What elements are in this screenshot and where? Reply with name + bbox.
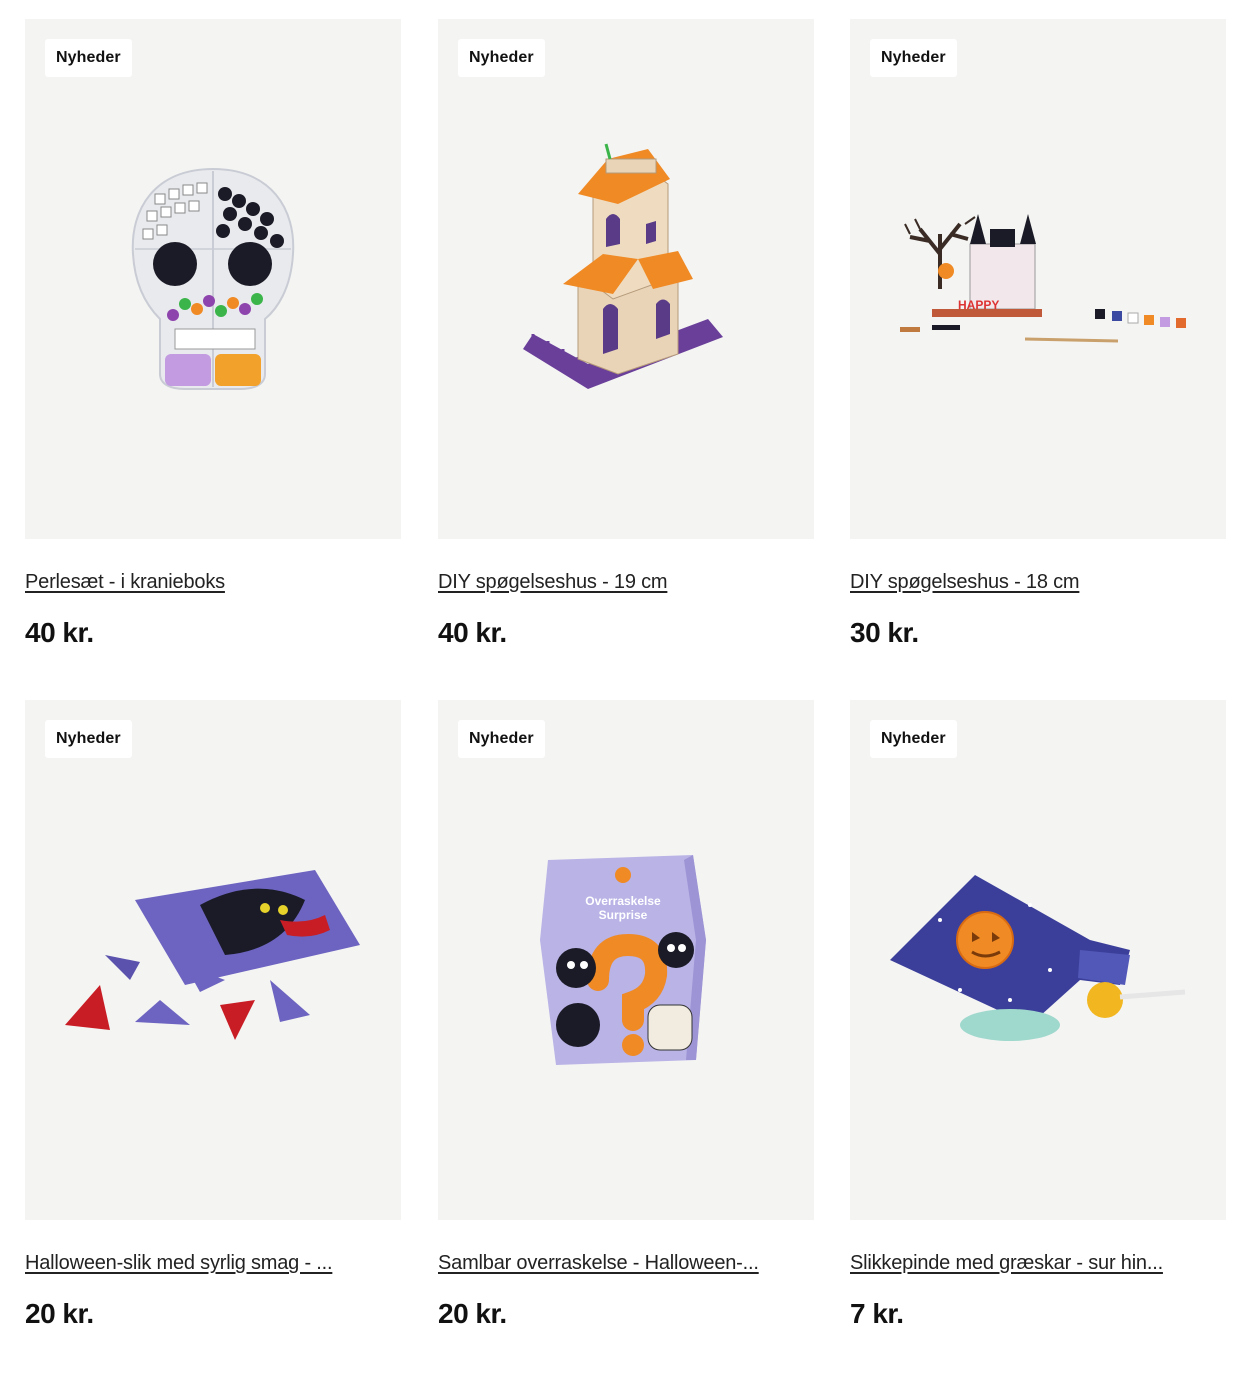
skull-bead-box-icon: [131, 167, 295, 390]
new-badge: Nyheder: [45, 720, 132, 758]
product-image[interactable]: [850, 700, 1226, 1220]
product-title-link[interactable]: Perlesæt - i kranieboks: [25, 571, 401, 594]
product-price: 30 kr.: [850, 617, 919, 648]
product-price: 20 kr.: [438, 1298, 507, 1329]
new-badge: Nyheder: [870, 39, 957, 77]
product-price: 7 kr.: [850, 1298, 904, 1329]
product-title-link[interactable]: DIY spøgelseshus - 19 cm: [438, 571, 814, 594]
product-image[interactable]: Overraskelse Surprise: [438, 700, 814, 1220]
new-badge: Nyheder: [458, 39, 545, 77]
product-image[interactable]: HAPPY: [850, 19, 1226, 539]
halloween-diorama-icon: HAPPY: [900, 214, 1186, 343]
product-price: 40 kr.: [438, 617, 507, 648]
new-badge: Nyheder: [870, 720, 957, 758]
product-price: 40 kr.: [25, 617, 94, 648]
product-image[interactable]: [438, 19, 814, 539]
product-title-link[interactable]: Samlbar overraskelse - Halloween-...: [438, 1252, 814, 1275]
product-title-link[interactable]: DIY spøgelseshus - 18 cm: [850, 571, 1226, 594]
surprise-box-icon: Overraskelse Surprise: [540, 855, 706, 1065]
product-title-link[interactable]: Halloween-slik med syrlig smag - ...: [25, 1252, 401, 1275]
product-grid: Nyheder Perlesæt - i kranieboks 40 kr. N…: [0, 0, 1250, 1374]
new-badge: Nyheder: [45, 39, 132, 77]
product-title-link[interactable]: Slikkepinde med græskar - sur hin...: [850, 1252, 1226, 1275]
product-image[interactable]: [25, 700, 401, 1220]
new-badge: Nyheder: [458, 720, 545, 758]
lollipop-pouch-icon: [890, 875, 1186, 1041]
svg-text:Overraskelse: Overraskelse: [585, 894, 661, 908]
product-image[interactable]: [25, 19, 401, 539]
candy-bag-icon: [65, 870, 360, 1040]
wooden-haunted-house-icon: [523, 143, 723, 389]
product-price: 20 kr.: [25, 1298, 94, 1329]
svg-text:Surprise: Surprise: [599, 908, 648, 922]
